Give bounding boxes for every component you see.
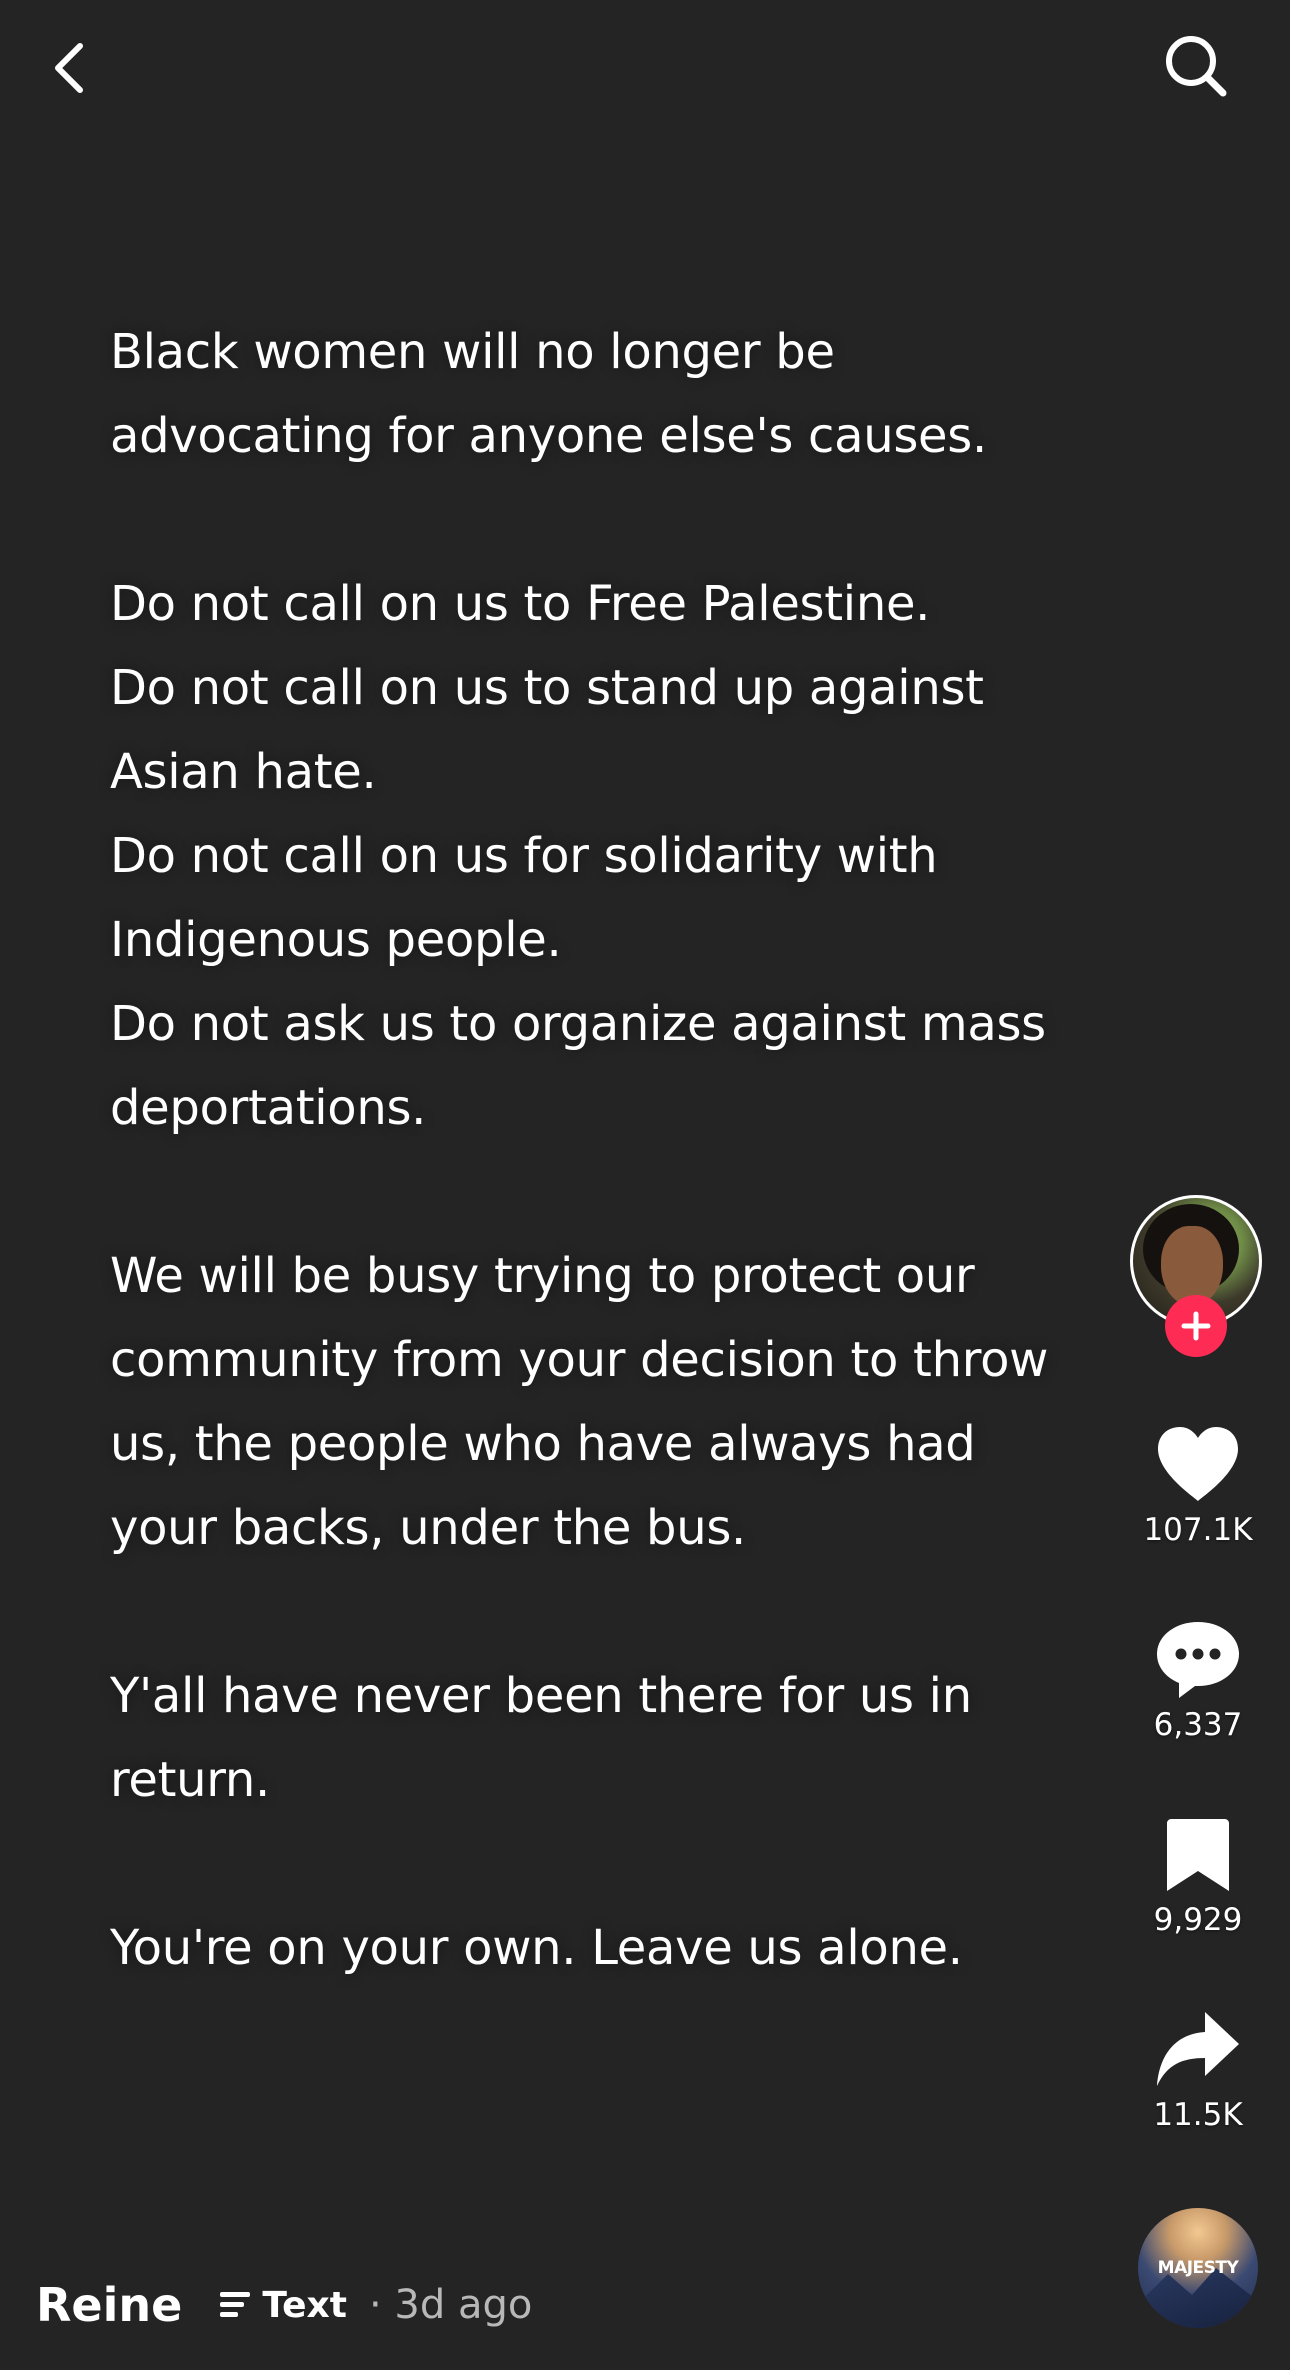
share-arrow-icon bbox=[1157, 2012, 1239, 2086]
post-line: deportations. bbox=[110, 1080, 427, 1136]
post-line: Black women will no longer be bbox=[110, 324, 835, 380]
post-line: Do not call on us to Free Palestine. bbox=[110, 576, 931, 632]
follow-button[interactable] bbox=[1165, 1295, 1227, 1357]
search-button[interactable] bbox=[1160, 28, 1232, 104]
text-lines-icon bbox=[220, 2292, 251, 2317]
author-name[interactable]: Reine bbox=[36, 2278, 182, 2332]
post-line: us, the people who have always had bbox=[110, 1416, 976, 1472]
post-line: advocating for anyone else's causes. bbox=[110, 408, 987, 464]
back-button[interactable] bbox=[38, 30, 98, 106]
post-line: return. bbox=[110, 1752, 270, 1808]
post-text: Black women will no longer be advocating … bbox=[110, 310, 1110, 1990]
music-disc-label: MAJESTY bbox=[1157, 2258, 1239, 2278]
share-count: 11.5K bbox=[1153, 2097, 1243, 2133]
music-disc[interactable]: MAJESTY bbox=[1138, 2208, 1258, 2328]
post-line: We will be busy trying to protect our bbox=[110, 1248, 975, 1304]
post-paragraph: Y'all have never been there for us in ret… bbox=[110, 1654, 1110, 1822]
post-line: Asian hate. bbox=[110, 744, 377, 800]
post-line: community from your decision to throw bbox=[110, 1332, 1049, 1388]
post-paragraph: Do not call on us to Free Palestine. Do n… bbox=[110, 562, 1110, 1150]
post-paragraph: You're on your own. Leave us alone. bbox=[110, 1906, 1110, 1990]
save-button[interactable]: 9,929 bbox=[1130, 1810, 1266, 1938]
chevron-left-icon bbox=[55, 43, 83, 93]
top-bar bbox=[0, 0, 1290, 140]
post-line: Do not ask us to organize against mass bbox=[110, 996, 1046, 1052]
comment-count: 6,337 bbox=[1153, 1707, 1243, 1743]
like-button[interactable]: 107.1K bbox=[1130, 1420, 1266, 1548]
search-icon bbox=[1166, 36, 1227, 97]
comment-button[interactable]: 6,337 bbox=[1130, 1615, 1266, 1743]
post-line: Y'all have never been there for us in bbox=[110, 1668, 972, 1724]
post-paragraph: We will be busy trying to protect our com… bbox=[110, 1234, 1110, 1570]
post-type-tag: Text bbox=[218, 2285, 347, 2326]
share-button[interactable]: 11.5K bbox=[1130, 2005, 1266, 2133]
creator-avatar-group bbox=[1130, 1195, 1266, 1357]
comment-icon bbox=[1157, 1622, 1239, 1698]
post-paragraph: Black women will no longer be advocating … bbox=[110, 310, 1110, 478]
like-count: 107.1K bbox=[1143, 1512, 1253, 1548]
post-timestamp: · 3d ago bbox=[368, 2282, 533, 2328]
post-line: Indigenous people. bbox=[110, 912, 562, 968]
heart-icon bbox=[1158, 1427, 1238, 1501]
post-type-label: Text bbox=[262, 2284, 347, 2326]
plus-icon bbox=[1181, 1311, 1211, 1341]
post-line: your backs, under the bus. bbox=[110, 1500, 747, 1556]
post-line: You're on your own. Leave us alone. bbox=[110, 1920, 963, 1976]
save-count: 9,929 bbox=[1153, 1902, 1243, 1938]
bookmark-icon bbox=[1167, 1819, 1229, 1891]
post-info-bar: Reine Text · 3d ago bbox=[36, 2275, 532, 2335]
post-line: Do not call on us for solidarity with bbox=[110, 828, 938, 884]
post-line: Do not call on us to stand up against bbox=[110, 660, 984, 716]
